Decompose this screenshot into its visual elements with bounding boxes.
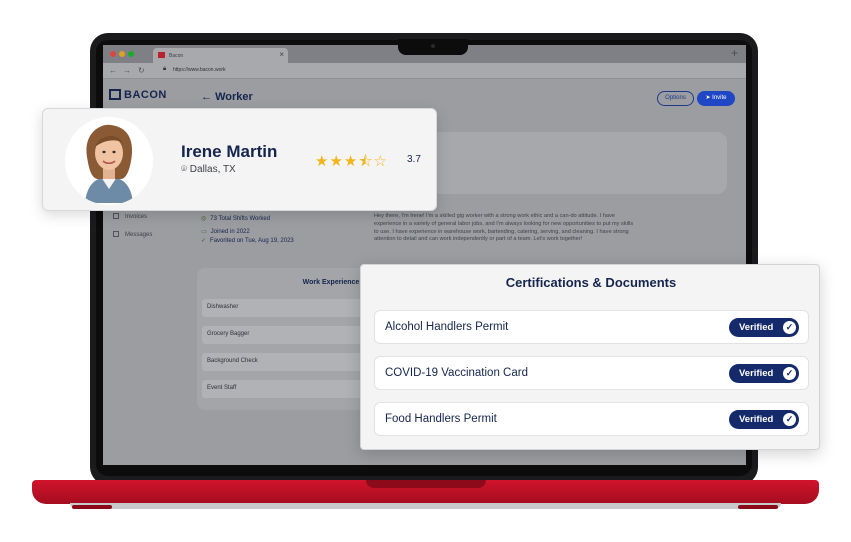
- verified-text: Verified: [739, 368, 774, 379]
- verified-badge: Verified ✓: [729, 318, 799, 337]
- location-text: Dallas, TX: [189, 164, 236, 175]
- joined-stat: ▭ Joined in 2022: [201, 228, 250, 235]
- message-icon: [113, 231, 119, 237]
- work-experience-item[interactable]: Event Staff: [202, 380, 372, 398]
- sidebar-item-messages[interactable]: Messages: [113, 231, 152, 238]
- logo-text: BACON: [124, 89, 167, 101]
- minimize-window-icon[interactable]: [119, 51, 125, 57]
- app-logo[interactable]: BACON: [109, 89, 167, 101]
- certification-row[interactable]: COVID-19 Vaccination Card Verified ✓: [374, 356, 809, 390]
- page-title-text: Worker: [215, 91, 253, 103]
- invoice-icon: [113, 213, 119, 219]
- certification-label: COVID-19 Vaccination Card: [385, 367, 528, 379]
- laptop-opening-lip: [366, 480, 486, 488]
- verified-badge: Verified ✓: [729, 410, 799, 429]
- forward-arrow-icon[interactable]: →: [123, 66, 131, 75]
- verified-text: Verified: [739, 414, 774, 425]
- page-title: ← Worker: [201, 91, 253, 103]
- favorited-stat: ✓ Favorited on Tue, Aug 19, 2023: [201, 237, 294, 244]
- maximize-window-icon[interactable]: [128, 51, 134, 57]
- worker-name: Irene Martin: [181, 142, 278, 161]
- laptop-mockup: Bacon × + ← → ↻ 🔒︎ https://www.bacon.wor…: [0, 0, 851, 542]
- certifications-title: Certifications & Documents: [505, 275, 677, 290]
- certification-row[interactable]: Food Handlers Permit Verified ✓: [374, 402, 809, 436]
- work-experience-item[interactable]: Dishwasher: [202, 299, 372, 317]
- work-experience-item[interactable]: Grocery Bagger: [202, 326, 372, 344]
- work-experience-item[interactable]: Background Check: [202, 353, 372, 371]
- checkmark-icon: ✓: [783, 321, 796, 334]
- star-rating-icon: ★★★⯪☆: [315, 153, 388, 170]
- certification-label: Alcohol Handlers Permit: [385, 321, 509, 333]
- map-pin-icon: ⌾: [181, 164, 187, 175]
- worker-bio: Hey there, I'm Irene! I'm a skilled gig …: [374, 213, 634, 243]
- verified-badge: Verified ✓: [729, 364, 799, 383]
- avatar[interactable]: [65, 117, 153, 205]
- invite-button[interactable]: ➤ Invite: [697, 91, 735, 106]
- close-window-icon[interactable]: [110, 51, 116, 57]
- url-field[interactable]: https://www.bacon.work: [173, 67, 226, 73]
- favorited-text: Favorited on Tue, Aug 19, 2023: [210, 238, 294, 244]
- laptop-foot: [738, 505, 778, 509]
- rating-value: 3.7: [407, 154, 421, 165]
- sidebar-item-label: Messages: [125, 232, 153, 238]
- certifications-card: Certifications & Documents Alcohol Handl…: [360, 264, 820, 450]
- verified-text: Verified: [739, 322, 774, 333]
- checkmark-icon: ✓: [783, 413, 796, 426]
- browser-tab[interactable]: Bacon ×: [153, 48, 288, 63]
- certification-label: Food Handlers Permit: [385, 413, 497, 425]
- laptop-foot: [72, 505, 112, 509]
- sidebar-item-label: Invoices: [125, 214, 148, 220]
- close-tab-icon[interactable]: ×: [279, 50, 284, 59]
- new-tab-icon[interactable]: +: [731, 46, 738, 60]
- sidebar-item-invoices[interactable]: Invoices: [113, 213, 147, 220]
- camera-icon: [431, 44, 435, 48]
- certification-row[interactable]: Alcohol Handlers Permit Verified ✓: [374, 310, 809, 344]
- avatar-photo: [65, 117, 153, 205]
- worker-location: ⌾ Dallas, TX: [181, 164, 236, 175]
- back-arrow-icon[interactable]: ←: [109, 66, 117, 75]
- back-arrow-icon[interactable]: ←: [201, 91, 212, 103]
- lock-icon: 🔒︎: [163, 66, 167, 72]
- bacon-logo-icon: [109, 89, 121, 100]
- send-icon: ➤: [705, 95, 711, 101]
- laptop-shadow: [70, 503, 781, 509]
- user-check-icon: ✓: [201, 238, 207, 244]
- reload-icon[interactable]: ↻: [138, 66, 145, 75]
- checkmark-icon: ✓: [783, 367, 796, 380]
- total-shifts-stat: ◎ 73 Total Shifts Worked: [201, 215, 270, 222]
- joined-text: Joined in 2022: [210, 229, 250, 235]
- options-button[interactable]: Options: [657, 91, 694, 106]
- favicon-icon: [158, 52, 165, 58]
- briefcase-icon: ◎: [201, 216, 207, 222]
- profile-card: Irene Martin ⌾ Dallas, TX ★★★⯪☆ 3.7: [42, 108, 437, 211]
- address-bar: ← → ↻ 🔒︎ https://www.bacon.work: [103, 63, 746, 79]
- tab-title: Bacon: [169, 53, 184, 59]
- calendar-icon: ▭: [201, 229, 207, 235]
- invite-label: Invite: [712, 95, 727, 101]
- total-shifts-text: 73 Total Shifts Worked: [210, 216, 271, 222]
